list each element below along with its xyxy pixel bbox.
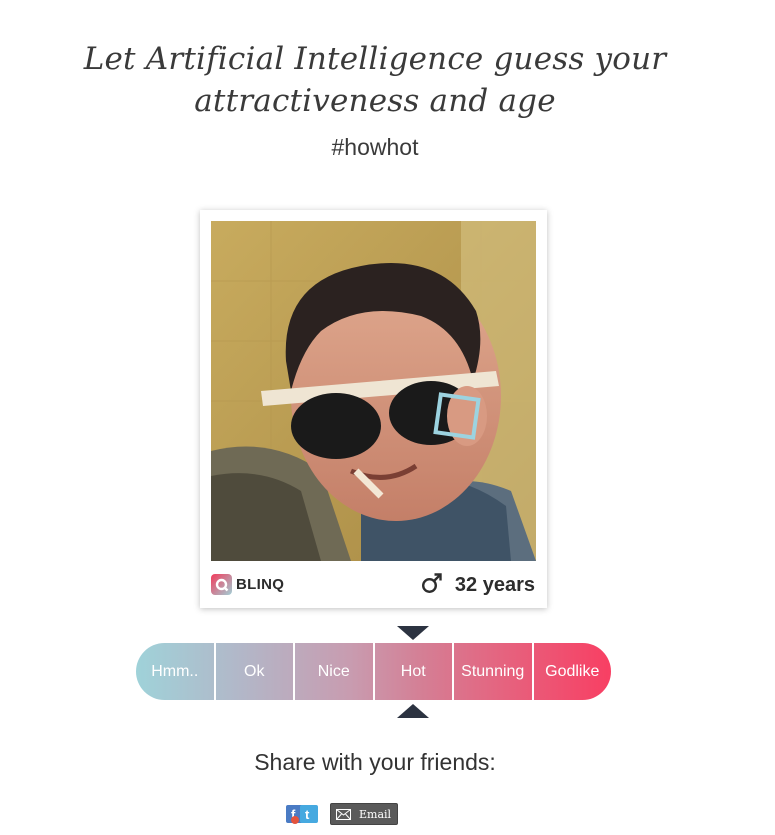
attractiveness-scale: Hmm.. Ok Nice Hot Stunning Godlike <box>136 643 611 700</box>
envelope-icon <box>336 805 351 824</box>
title-line-2: attractiveness and age <box>194 83 556 119</box>
user-photo <box>211 221 536 561</box>
scale-pointer-top-icon <box>397 626 429 640</box>
share-buttons: f t Email <box>286 803 398 825</box>
blinq-logo[interactable]: BLINQ <box>211 574 284 595</box>
title-line-1: Let Artificial Intelligence guess your <box>83 41 667 77</box>
svg-text:t: t <box>305 807 310 822</box>
email-label: Email <box>359 807 392 821</box>
scale-option-godlike[interactable]: Godlike <box>534 643 612 700</box>
brand-name: BLINQ <box>236 576 285 593</box>
scale-option-hmm[interactable]: Hmm.. <box>136 643 216 700</box>
blinq-q-icon <box>211 574 232 595</box>
scale-pointer-bottom-icon <box>397 704 429 718</box>
photo-illustration <box>211 221 536 561</box>
hashtag: #howhot <box>331 134 419 160</box>
page-title: Let Artificial Intelligence guess your a… <box>0 38 750 122</box>
result-card: BLINQ 32 years <box>200 210 547 608</box>
male-symbol-icon <box>421 572 443 598</box>
share-title: Share with your friends: <box>254 749 496 775</box>
card-footer: BLINQ 32 years <box>211 572 536 598</box>
scale-option-hot[interactable]: Hot <box>375 643 454 700</box>
scale-option-ok[interactable]: Ok <box>216 643 295 700</box>
age-estimate: 32 years <box>421 572 535 598</box>
facebook-twitter-share-icon[interactable]: f t <box>286 803 318 825</box>
scale-option-nice[interactable]: Nice <box>295 643 375 700</box>
age-text: 32 years <box>454 573 535 596</box>
scale-option-stunning[interactable]: Stunning <box>454 643 534 700</box>
email-share-button[interactable]: Email <box>330 803 398 825</box>
